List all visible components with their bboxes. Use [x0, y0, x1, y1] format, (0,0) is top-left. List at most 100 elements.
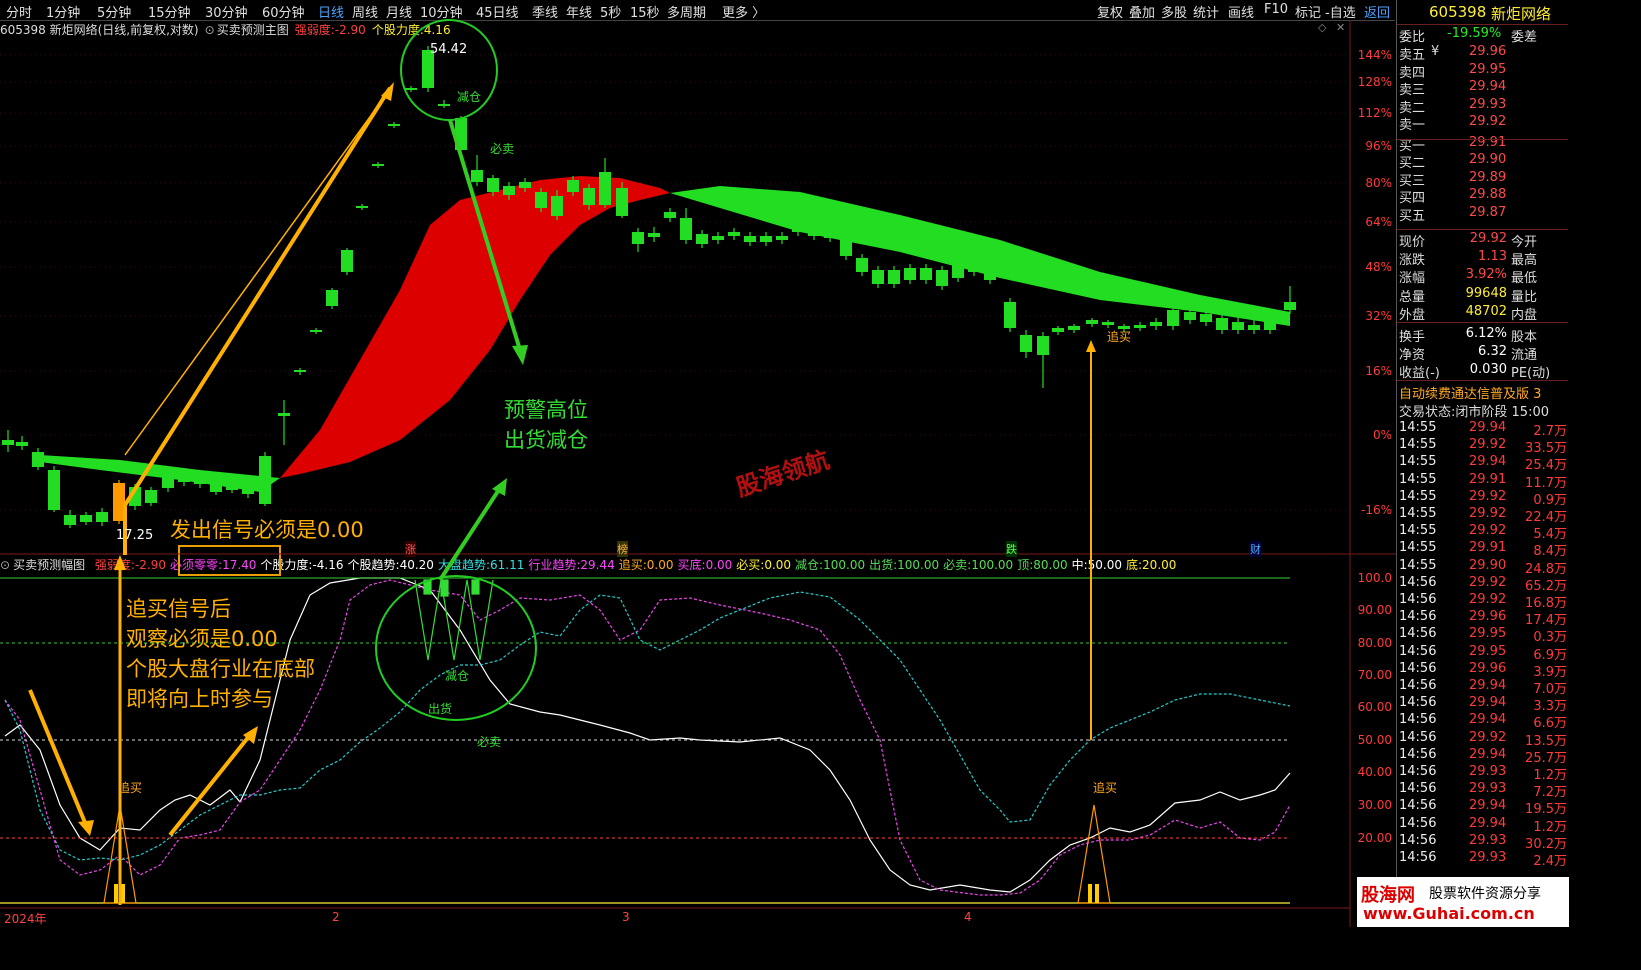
event-marker-zhang[interactable]: 涨: [405, 541, 416, 557]
yellow-arrow-right: [1086, 340, 1096, 740]
trend-ribbon-red: [280, 176, 670, 478]
candle: [310, 328, 322, 334]
candle: [680, 208, 692, 244]
candle: [1068, 324, 1080, 333]
candle: [888, 266, 900, 288]
sub-axis-label: 30.00: [1358, 798, 1392, 812]
candle: [471, 155, 483, 186]
candle: [438, 100, 450, 108]
candle: [16, 436, 28, 450]
quote-name: 新炬网络: [1491, 5, 1552, 23]
ask-row-4[interactable]: 卖四 29.95: [1399, 62, 1569, 81]
main-axis-label: 32%: [1365, 309, 1392, 323]
candle: [648, 227, 660, 242]
chase-buy-label-main: 追买: [1107, 330, 1132, 344]
candle: [632, 228, 644, 252]
must-sell-label-sub: 必卖: [477, 735, 502, 749]
bid-row-5[interactable]: 买五 29.87: [1399, 205, 1569, 224]
trade-row: 14:55 29.94 25.4万: [1399, 454, 1567, 474]
trade-status: 交易状态:闭市阶段 15:00: [1399, 405, 1549, 420]
quote-title: 605398 新炬网络: [1397, 0, 1568, 25]
stat-row-0: 现价 29.92 今开: [1399, 231, 1538, 250]
book-divider: [1397, 139, 1568, 140]
trade-row: 14:56 29.92 65.2万: [1399, 574, 1567, 594]
trade-row: 14:56 29.95 6.9万: [1399, 643, 1567, 663]
trade-row: 14:56 29.95 0.3万: [1399, 626, 1567, 646]
candle: [326, 288, 338, 309]
weibi-row: 委比 -19.59% 委差: [1399, 26, 1538, 45]
sub-axis-label: 100.0: [1358, 571, 1392, 585]
sub-axis-label: 70.00: [1358, 668, 1392, 682]
candle: [776, 232, 788, 244]
candle: [64, 510, 76, 528]
stat-row-4: 外盘 48702 内盘: [1399, 303, 1538, 323]
candle: [1167, 306, 1179, 330]
marquee-text[interactable]: 自动续费通达信普及版 3: [1399, 383, 1567, 402]
event-marker-bang[interactable]: 榜: [617, 541, 628, 557]
sub-axis-label: 20.00: [1358, 831, 1392, 845]
candle: [760, 232, 772, 246]
trade-row: 14:56 29.94 6.6万: [1399, 712, 1567, 732]
trade-row: 14:55 29.92 22.4万: [1399, 506, 1567, 525]
main-axis-label: 16%: [1365, 364, 1392, 378]
ask-row-3[interactable]: 卖三 29.94: [1399, 79, 1569, 98]
bid-row-2[interactable]: 买二 29.90: [1399, 152, 1569, 171]
ask-row-1[interactable]: 卖一 29.92: [1399, 114, 1569, 133]
annotation-note-3: 个股大盘行业在底部: [126, 657, 315, 681]
candle: [372, 162, 384, 168]
candle: [1216, 314, 1228, 334]
reduce-label-main: 减仓: [457, 90, 482, 104]
candle: [388, 122, 400, 128]
trade-row: 14:55 29.92 5.4万: [1399, 523, 1567, 543]
event-marker-die[interactable]: 跌: [1006, 541, 1017, 557]
weibi-value: -19.59%: [1447, 26, 1502, 41]
candle: [48, 466, 60, 512]
bid-row-1[interactable]: 买一 29.91: [1399, 135, 1569, 154]
annotation-note-1: 追买信号后: [126, 597, 231, 621]
annotation-warn-top-2: 出货减仓: [504, 428, 588, 452]
annotation-note-4: 即将向上时参与: [126, 687, 273, 711]
yellow-arrow-sub-down: [28, 689, 94, 836]
yellow-arrow-sub-up2: [168, 726, 258, 837]
bid-row-4[interactable]: 买四 29.88: [1399, 187, 1569, 206]
candle: [696, 230, 708, 248]
candle: [32, 448, 44, 470]
trade-row: 14:56 29.93 2.4万: [1399, 850, 1567, 869]
candle: [1284, 286, 1296, 314]
main-axis-label: -16%: [1361, 503, 1392, 517]
candle: [145, 487, 157, 506]
ask-row-2[interactable]: 卖二 29.93: [1399, 97, 1569, 116]
date-label-mar: 3: [622, 910, 630, 924]
candle: [1086, 318, 1098, 327]
candle: [872, 266, 884, 288]
chase-buy-label-sub-left: 追买: [118, 781, 143, 795]
annotation-warn-top-1: 预警高位: [504, 398, 588, 422]
stat-row-2: 涨幅 3.92% 最低: [1399, 267, 1538, 287]
candle: [856, 254, 868, 276]
candle: [1020, 330, 1032, 358]
trade-row: 14:56 29.94 7.0万: [1399, 678, 1567, 697]
date-label-2024: 2024年: [4, 912, 47, 926]
trade-row: 14:55 29.90 24.8万: [1399, 557, 1567, 577]
guhai-logo[interactable]: 股海网 股票软件资源分享 www.Guhai.com.cn: [1357, 877, 1569, 927]
candle: [356, 204, 368, 210]
candle: [80, 512, 92, 525]
bid-row-3[interactable]: 买三 29.89: [1399, 170, 1569, 189]
trade-row: 14:55 29.91 8.4万: [1399, 540, 1567, 560]
main-axis-label: 96%: [1365, 139, 1392, 153]
event-marker-cai[interactable]: 财: [1250, 541, 1261, 557]
kline-chart[interactable]: 144% 128% 112% 96% 80% 64% 48% 32% 16% 0% -16% 100.…: [0, 0, 1396, 927]
trade-row: 14:56 29.93 7.2万: [1399, 781, 1567, 801]
main-axis-label: 128%: [1358, 75, 1392, 89]
main-axis-label: 64%: [1365, 215, 1392, 229]
candle: [259, 452, 271, 506]
ask-row-5[interactable]: 卖五 ¥29.96: [1399, 44, 1569, 63]
candle: [936, 266, 948, 290]
must-sell-label-main: 必卖: [490, 142, 515, 156]
candle: [744, 232, 756, 246]
candle: [664, 208, 676, 222]
trade-row: 14:56 29.96 17.4万: [1399, 609, 1567, 629]
candle: [1232, 318, 1244, 334]
main-axis-label: 112%: [1358, 106, 1392, 120]
trade-row: 14:56 29.96 3.9万: [1399, 660, 1567, 680]
